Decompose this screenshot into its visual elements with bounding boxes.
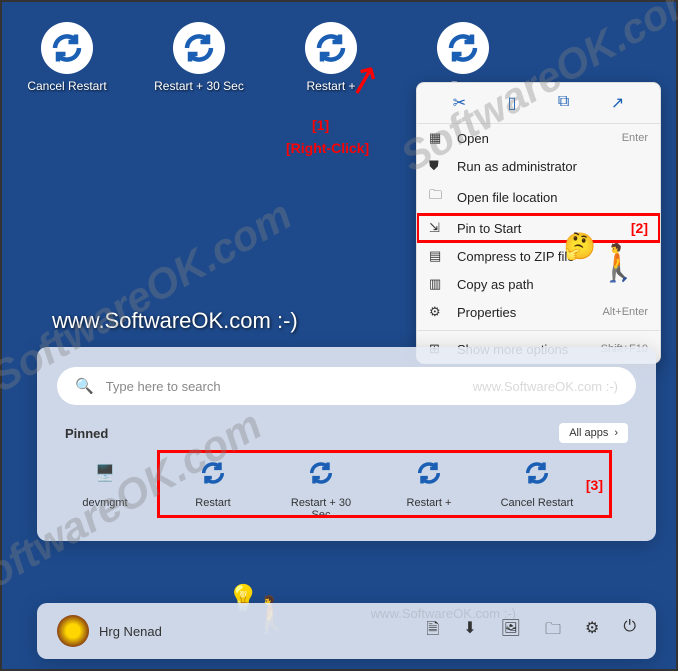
pictures-icon[interactable]: 🖼 bbox=[501, 618, 521, 645]
refresh-icon bbox=[519, 455, 555, 491]
pinned-label: Pinned bbox=[65, 426, 108, 441]
path-icon: ▥ bbox=[429, 276, 447, 292]
desktop-icon-label: Restart + 30 Sec bbox=[154, 79, 244, 93]
refresh-icon bbox=[411, 455, 447, 491]
rename-icon[interactable]: ⧉ bbox=[558, 93, 569, 113]
pinned-restart-30[interactable]: Restart + 30 Sec bbox=[281, 455, 361, 521]
chevron-right-icon: › bbox=[614, 427, 618, 439]
search-icon: 🔍 bbox=[75, 377, 94, 395]
annotation-3: [3] bbox=[586, 477, 603, 493]
devmgmt-icon: 🖥️ bbox=[87, 455, 123, 491]
menu-open-location[interactable]: 🗀 Open file location bbox=[417, 180, 660, 214]
all-apps-button[interactable]: All apps › bbox=[559, 423, 628, 443]
start-bottom-bar: www.SoftwareOK.com :-) Hrg Nenad 🗎 ⬇ 🖼 🗀… bbox=[37, 603, 656, 659]
zip-icon: ▤ bbox=[429, 248, 447, 264]
open-icon: ▦ bbox=[429, 130, 447, 146]
annotation-right-click: [Right-Click] bbox=[286, 140, 369, 156]
desktop-icon-cancel-restart[interactable]: Cancel Restart bbox=[22, 22, 112, 93]
copy-icon[interactable]: ▯ bbox=[508, 93, 517, 113]
search-placeholder: Type here to search bbox=[106, 379, 473, 394]
divider bbox=[417, 330, 660, 331]
stick-figure-thinking: 🤔🚶 bbox=[564, 222, 641, 264]
share-icon[interactable]: ↗ bbox=[611, 93, 624, 113]
annotation-1: [1] bbox=[312, 117, 329, 133]
pinned-restart-plus[interactable]: Restart + bbox=[389, 455, 469, 521]
desktop-icon-restart-30[interactable]: Restart + 30 Sec bbox=[154, 22, 244, 93]
document-icon[interactable]: 🗎 bbox=[426, 618, 439, 645]
shield-icon: ⛊ bbox=[429, 158, 447, 174]
settings-icon[interactable]: ⚙ bbox=[585, 618, 599, 645]
power-icon[interactable]: ⏻ bbox=[623, 618, 636, 645]
menu-open[interactable]: ▦ Open Enter bbox=[417, 124, 660, 152]
pinned-devmgmt[interactable]: 🖥️ devmgmt bbox=[65, 455, 145, 521]
refresh-icon bbox=[195, 455, 231, 491]
pinned-cancel-restart[interactable]: Cancel Restart bbox=[497, 455, 577, 521]
refresh-icon bbox=[41, 22, 93, 74]
properties-icon: ⚙ bbox=[429, 304, 447, 320]
menu-properties[interactable]: ⚙ Properties Alt+Enter bbox=[417, 298, 660, 326]
menu-run-admin[interactable]: ⛊ Run as administrator bbox=[417, 152, 660, 180]
desktop-watermark-text: www.SoftwareOK.com :-) bbox=[52, 308, 298, 334]
refresh-icon bbox=[303, 455, 339, 491]
start-menu: 🔍 Type here to search www.SoftwareOK.com… bbox=[37, 347, 656, 541]
desktop-icon-label: Cancel Restart bbox=[27, 79, 106, 93]
folder-icon: 🗀 bbox=[429, 186, 447, 208]
folder-icon[interactable]: 🗀 bbox=[545, 618, 561, 645]
user-name: Hrg Nenad bbox=[99, 624, 162, 639]
pin-icon: ⇲ bbox=[429, 220, 447, 236]
pinned-restart[interactable]: Restart bbox=[173, 455, 253, 521]
cut-icon[interactable]: ✂ bbox=[453, 93, 466, 113]
download-icon[interactable]: ⬇ bbox=[463, 618, 476, 645]
refresh-icon bbox=[173, 22, 225, 74]
avatar bbox=[57, 615, 89, 647]
refresh-icon bbox=[437, 22, 489, 74]
search-input[interactable]: 🔍 Type here to search www.SoftwareOK.com… bbox=[57, 367, 636, 405]
